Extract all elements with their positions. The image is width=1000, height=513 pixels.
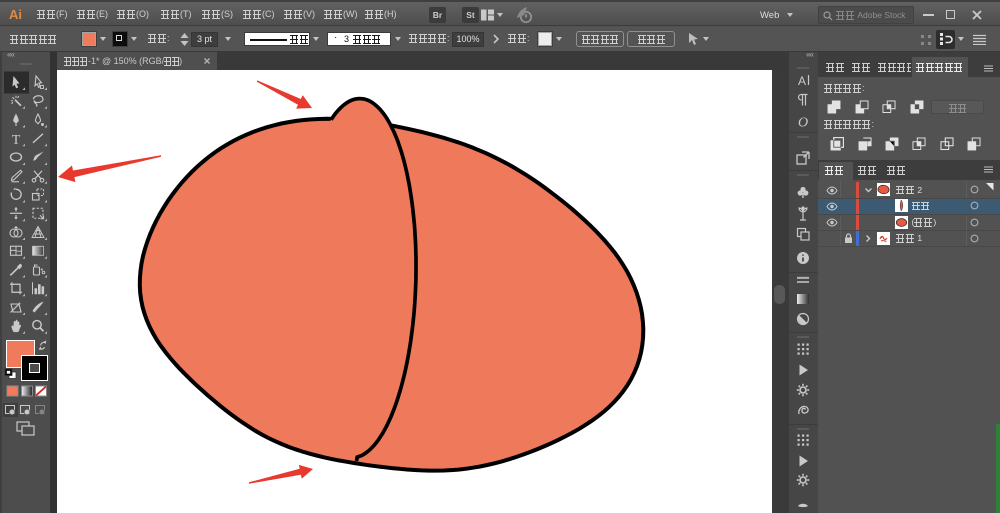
svg-text:T: T — [12, 133, 21, 148]
svg-text:O: O — [798, 116, 808, 131]
svg-text:A: A — [798, 74, 806, 88]
